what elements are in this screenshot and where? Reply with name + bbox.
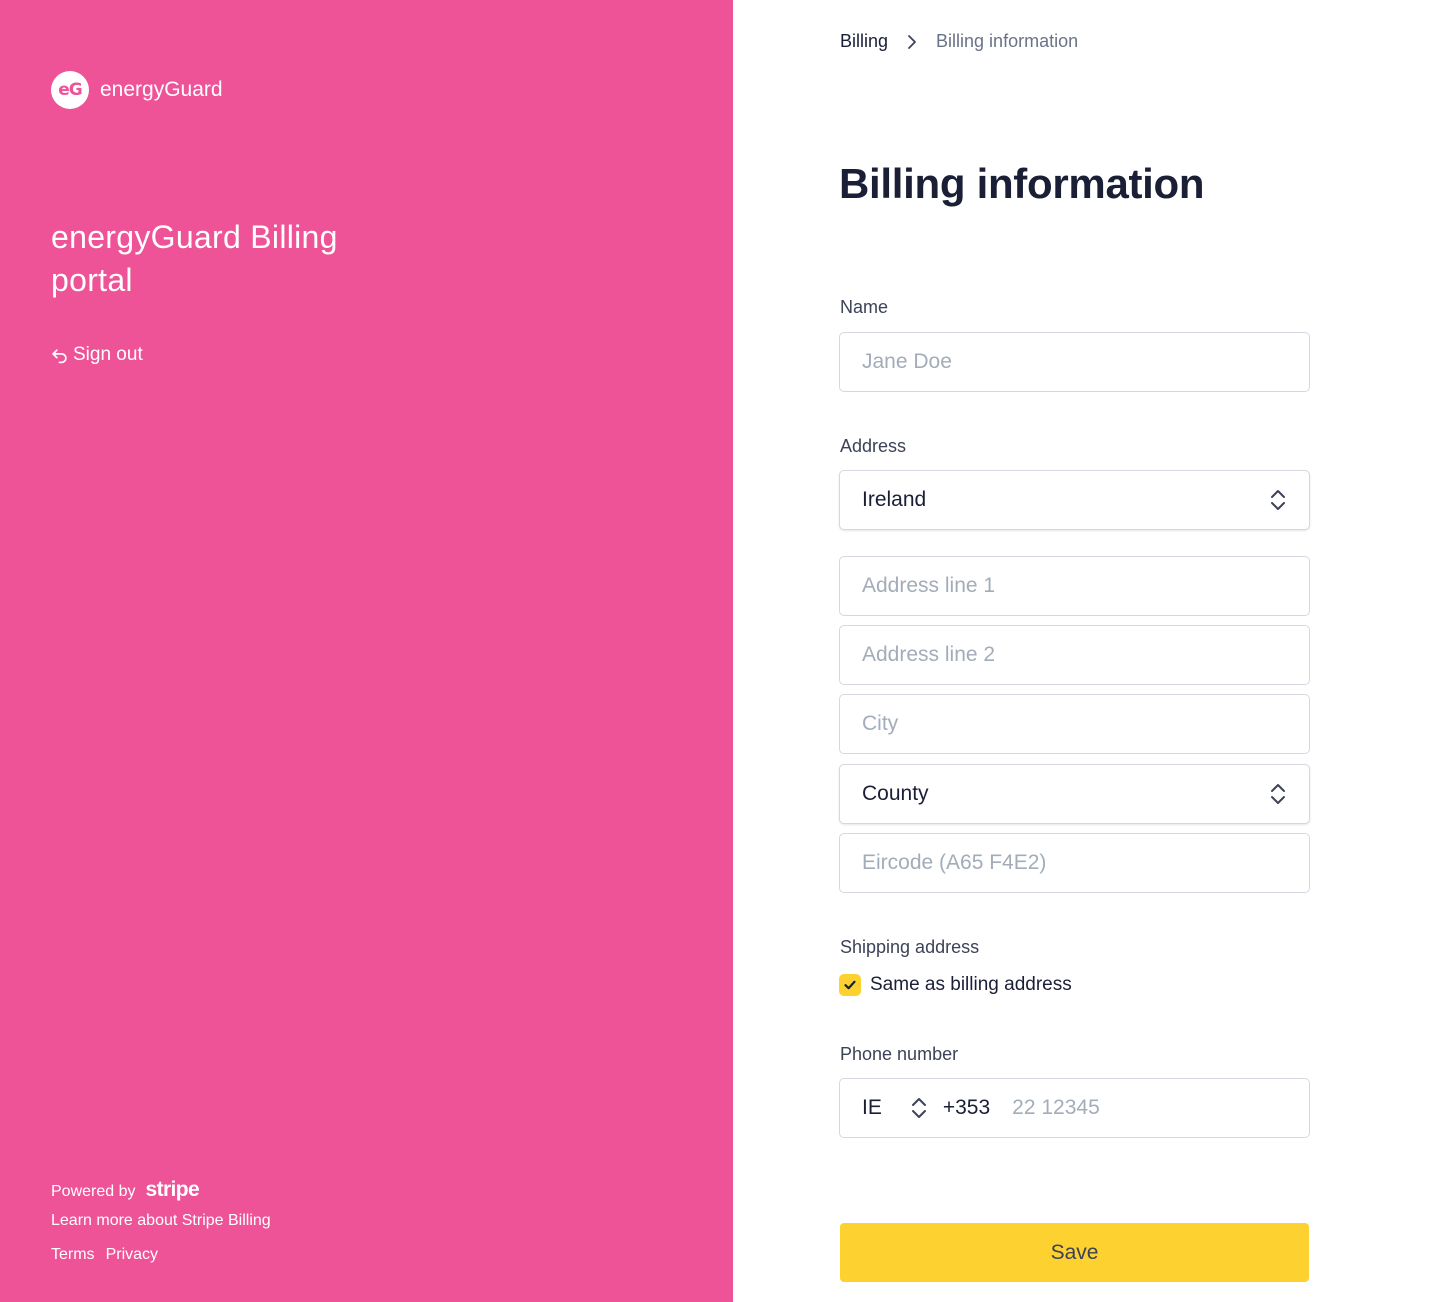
- breadcrumb-current: Billing information: [936, 31, 1079, 51]
- county-value: County: [862, 782, 929, 805]
- city-placeholder: City: [862, 712, 899, 735]
- county-select[interactable]: County: [839, 764, 1310, 824]
- portal-title: energyGuard Billing portal: [51, 219, 338, 298]
- sidebar: eG energyGuard energyGuard Billing porta…: [0, 0, 733, 1302]
- address-line2-placeholder: Address line 2: [862, 643, 996, 666]
- sign-out-label: Sign out: [73, 344, 143, 365]
- address-line2-input[interactable]: Address line 2: [839, 625, 1310, 685]
- sign-out-link[interactable]: Sign out: [51, 344, 143, 366]
- phone-dial-code: +353: [942, 1096, 991, 1119]
- powered-by-label: Powered by: [51, 1183, 136, 1200]
- privacy-link[interactable]: Privacy: [106, 1246, 158, 1264]
- shipping-address-label: Shipping address: [840, 937, 980, 957]
- address-line1-placeholder: Address line 1: [862, 574, 996, 597]
- learn-more-link[interactable]: Learn more about Stripe Billing: [51, 1212, 271, 1230]
- address-label: Address: [840, 436, 907, 456]
- powered-by[interactable]: Powered by stripe: [51, 1178, 271, 1202]
- city-input[interactable]: City: [839, 694, 1310, 754]
- same-as-billing-checkbox[interactable]: [839, 974, 861, 996]
- sidebar-footer: Powered by stripe Learn more about Strip…: [51, 1178, 271, 1264]
- name-placeholder: Jane Doe: [862, 350, 952, 373]
- breadcrumb-billing-link[interactable]: Billing: [840, 31, 888, 52]
- eircode-placeholder: Eircode (A65 F4E2): [862, 851, 1047, 874]
- chevron-up-down-icon[interactable]: [910, 1096, 928, 1120]
- terms-link[interactable]: Terms: [51, 1246, 95, 1264]
- save-button[interactable]: Save: [840, 1223, 1309, 1282]
- chevron-up-down-icon: [1269, 488, 1287, 512]
- phone-number-input[interactable]: 22 12345: [1012, 1096, 1100, 1120]
- eircode-input[interactable]: Eircode (A65 F4E2): [839, 833, 1310, 893]
- country-value: Ireland: [862, 488, 927, 511]
- brand-logo: eG: [51, 71, 89, 109]
- breadcrumb: Billing Billing information: [840, 31, 1078, 52]
- phone-country-select[interactable]: IE: [862, 1096, 882, 1120]
- chevron-up-down-icon: [1269, 782, 1287, 806]
- footer-links: Terms Privacy: [51, 1246, 271, 1264]
- stripe-logo: stripe: [145, 1178, 200, 1201]
- country-select[interactable]: Ireland: [839, 470, 1310, 530]
- main-content: Billing Billing information Billing info…: [733, 0, 1444, 1302]
- same-as-billing-option[interactable]: Same as billing address: [839, 974, 1072, 996]
- checkmark-icon: [844, 980, 856, 990]
- brand-name: energyGuard: [100, 78, 223, 101]
- brand[interactable]: eG energyGuard: [51, 71, 223, 109]
- chevron-right-icon: [906, 34, 918, 50]
- phone-field[interactable]: IE +353 22 12345: [839, 1078, 1310, 1138]
- address-line1-input[interactable]: Address line 1: [839, 556, 1310, 616]
- phone-number-label: Phone number: [840, 1044, 959, 1064]
- name-label: Name: [840, 297, 889, 317]
- return-arrow-icon: [52, 348, 67, 363]
- name-input[interactable]: Jane Doe: [839, 332, 1310, 392]
- page-title: Billing information: [839, 160, 1205, 207]
- same-as-billing-label: Same as billing address: [870, 974, 1072, 995]
